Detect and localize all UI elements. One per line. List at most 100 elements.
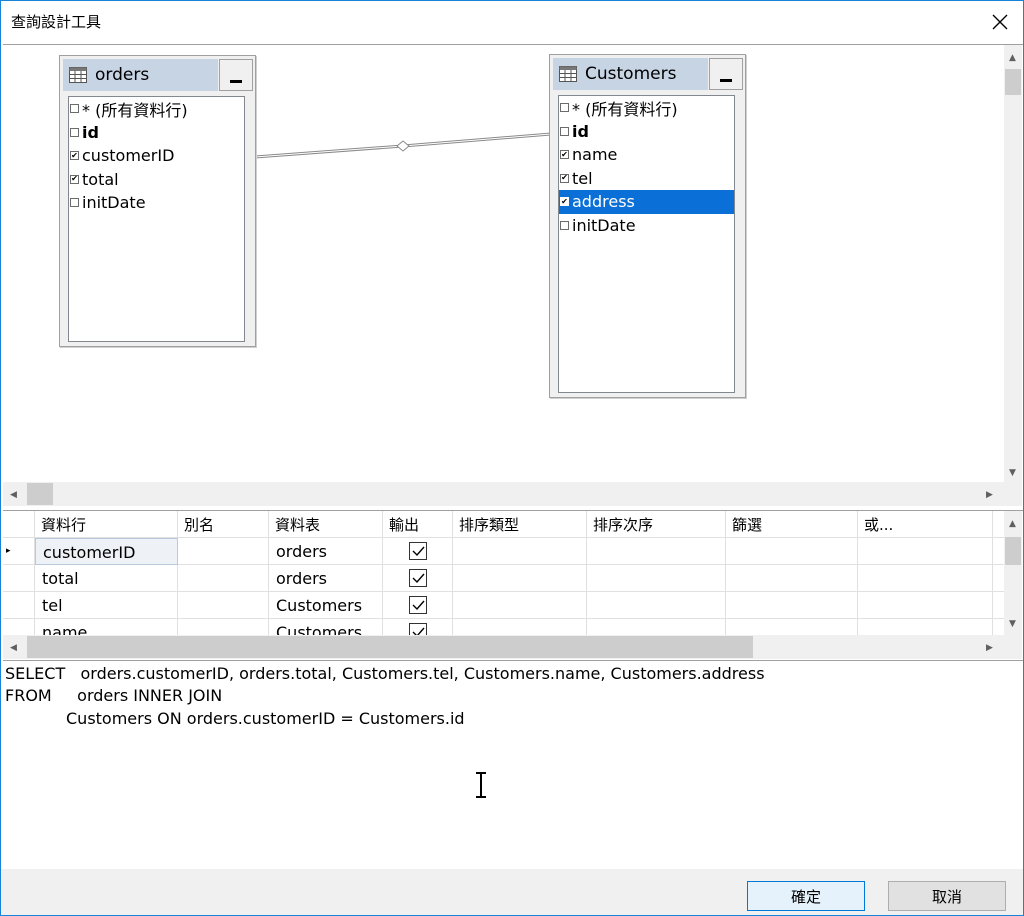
cell-filter[interactable] xyxy=(726,592,858,619)
table-row[interactable]: total orders xyxy=(3,565,1005,592)
close-button[interactable] xyxy=(977,1,1023,43)
customers-table-name: Customers xyxy=(585,64,677,84)
cell-sort-type[interactable] xyxy=(453,565,587,592)
cell-table[interactable]: orders xyxy=(269,565,383,592)
grid-header-filter[interactable]: 篩選 xyxy=(726,511,858,538)
customers-column-item[interactable]: ✔ name xyxy=(559,143,734,167)
cell-column[interactable]: customerID xyxy=(35,538,178,565)
scroll-up-arrow[interactable]: ▲ xyxy=(1004,49,1021,66)
scroll-right-arrow[interactable]: ▶ xyxy=(981,639,998,656)
cell-sort-order[interactable] xyxy=(587,592,726,619)
diagram-vertical-scrollbar[interactable]: ▲ ▼ xyxy=(1004,45,1022,482)
column-checkbox[interactable]: ✔ xyxy=(70,174,79,184)
cell-alias[interactable] xyxy=(178,565,269,592)
grid-header-output[interactable]: 輸出 xyxy=(383,511,453,538)
diagram-horizontal-scrollbar[interactable]: ◀ ▶ xyxy=(3,482,1004,506)
diagram-pane[interactable]: orders * (所有資料行) id ✔ customerID ✔ total initD… xyxy=(3,44,1023,508)
column-checkbox[interactable] xyxy=(70,104,79,114)
grid-header-sort-type[interactable]: 排序類型 xyxy=(453,511,587,538)
cell-output[interactable] xyxy=(383,592,453,619)
cell-or[interactable] xyxy=(858,538,993,565)
output-checkbox[interactable] xyxy=(408,569,427,587)
table-row[interactable]: tel Customers xyxy=(3,592,1005,619)
cell-column[interactable]: tel xyxy=(35,592,178,619)
cell-filter[interactable] xyxy=(726,565,858,592)
column-checkbox[interactable] xyxy=(70,127,79,137)
grid-header-or[interactable]: 或... xyxy=(858,511,993,538)
cell-sort-order[interactable] xyxy=(587,538,726,565)
orders-table[interactable]: orders * (所有資料行) id ✔ customerID ✔ total initD… xyxy=(59,55,256,347)
cell-sort-type[interactable] xyxy=(453,592,587,619)
output-checkbox[interactable] xyxy=(408,596,427,614)
cell-alias[interactable] xyxy=(178,538,269,565)
sql-editor[interactable]: SELECT orders.customerID, orders.total, … xyxy=(3,660,1023,869)
join-relation-line[interactable] xyxy=(253,125,553,165)
scroll-thumb[interactable] xyxy=(1005,537,1021,565)
scroll-right-arrow[interactable]: ▶ xyxy=(981,486,998,503)
column-checkbox[interactable]: ✔ xyxy=(70,151,79,161)
cell-alias[interactable] xyxy=(178,592,269,619)
customers-table[interactable]: Customers * (所有資料行) id ✔ name ✔ tel ✔ address in… xyxy=(549,54,746,398)
cell-output[interactable] xyxy=(383,565,453,592)
cancel-button[interactable]: 取消 xyxy=(888,881,1006,911)
grid-header-sort-order[interactable]: 排序次序 xyxy=(587,511,726,538)
orders-column-item[interactable]: ✔ total xyxy=(69,168,244,192)
column-checkbox[interactable]: ✔ xyxy=(560,150,569,160)
customers-column-item[interactable]: ✔ address xyxy=(559,190,734,214)
column-checkbox[interactable]: ✔ xyxy=(560,197,569,207)
customers-column-item[interactable]: initDate xyxy=(559,214,734,238)
customers-table-header[interactable]: Customers xyxy=(553,58,708,90)
customers-minimize-button[interactable] xyxy=(709,58,743,90)
orders-column-item[interactable]: id xyxy=(69,121,244,145)
cell-or[interactable] xyxy=(858,565,993,592)
orders-column-item[interactable]: * (所有資料行) xyxy=(69,97,244,121)
cell-output[interactable] xyxy=(383,538,453,565)
scroll-corner xyxy=(1004,482,1022,506)
cell-sort-type[interactable] xyxy=(453,538,587,565)
customers-column-item[interactable]: ✔ tel xyxy=(559,167,734,191)
scroll-left-arrow[interactable]: ◀ xyxy=(5,486,22,503)
ok-button[interactable]: 確定 xyxy=(747,881,865,911)
output-checkbox[interactable] xyxy=(408,542,427,560)
orders-minimize-button[interactable] xyxy=(219,59,253,91)
cell-table[interactable]: orders xyxy=(269,538,383,565)
customers-column-item[interactable]: id xyxy=(559,120,734,144)
scroll-thumb[interactable] xyxy=(27,483,53,505)
scroll-down-arrow[interactable]: ▼ xyxy=(1004,615,1021,632)
column-checkbox[interactable] xyxy=(70,198,79,208)
grid-header-alias[interactable]: 別名 xyxy=(178,511,269,538)
cell-filter[interactable] xyxy=(726,538,858,565)
cell-or[interactable] xyxy=(858,592,993,619)
customers-column-item[interactable]: * (所有資料行) xyxy=(559,96,734,120)
scroll-thumb[interactable] xyxy=(1005,69,1021,95)
orders-column-item[interactable]: initDate xyxy=(69,191,244,215)
orders-table-name: orders xyxy=(95,65,150,85)
scroll-down-arrow[interactable]: ▼ xyxy=(1004,464,1021,481)
scroll-thumb[interactable] xyxy=(27,636,753,658)
orders-column-item[interactable]: ✔ customerID xyxy=(69,144,244,168)
row-selector[interactable]: ▸ xyxy=(3,538,35,565)
orders-table-header[interactable]: orders xyxy=(63,59,218,91)
table-row[interactable]: ▸ customerID orders xyxy=(3,538,1005,565)
customers-column-list[interactable]: * (所有資料行) id ✔ name ✔ tel ✔ address initDate xyxy=(558,95,735,393)
row-selector[interactable] xyxy=(3,565,35,592)
column-checkbox[interactable] xyxy=(560,126,569,136)
scroll-left-arrow[interactable]: ◀ xyxy=(5,639,22,656)
column-checkbox[interactable]: ✔ xyxy=(560,173,569,183)
cell-sort-order[interactable] xyxy=(587,565,726,592)
column-checkbox[interactable] xyxy=(560,220,569,230)
grid-vertical-scrollbar[interactable]: ▲ ▼ xyxy=(1004,511,1022,635)
grid-header-column[interactable]: 資料行 xyxy=(35,511,178,538)
grid-header-table[interactable]: 資料表 xyxy=(269,511,383,538)
cell-column[interactable]: total xyxy=(35,565,178,592)
grid-rows: ▸ customerID orders total orders tel Customers… xyxy=(3,538,1005,646)
sql-line-join: Customers ON orders.customerID = Custome… xyxy=(66,709,465,728)
criteria-grid[interactable]: 資料行 別名 資料表 輸出 排序類型 排序次序 篩選 或... ▸ custome… xyxy=(3,510,1023,660)
row-selector[interactable] xyxy=(3,592,35,619)
dialog-footer: 確定 取消 xyxy=(1,869,1023,915)
cell-table[interactable]: Customers xyxy=(269,592,383,619)
scroll-up-arrow[interactable]: ▲ xyxy=(1004,515,1021,532)
grid-horizontal-scrollbar[interactable]: ◀ ▶ xyxy=(3,635,1004,659)
column-checkbox[interactable] xyxy=(560,103,569,113)
orders-column-list[interactable]: * (所有資料行) id ✔ customerID ✔ total initDate xyxy=(68,96,245,342)
